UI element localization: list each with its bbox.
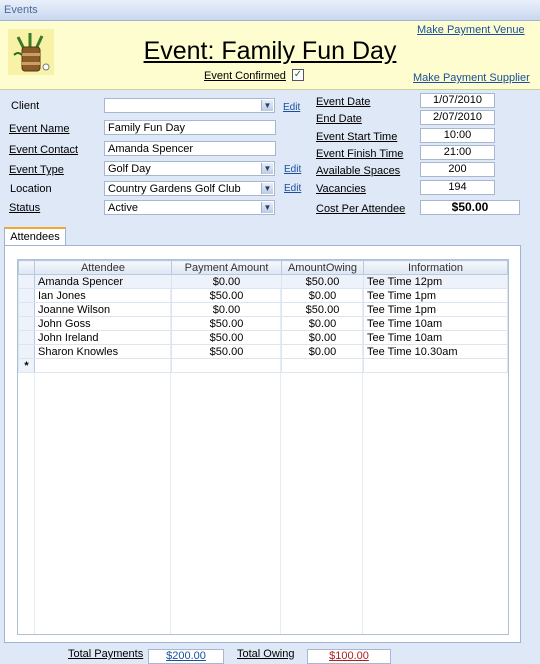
event-contact-field[interactable]: Amanda Spencer [104, 141, 276, 156]
make-payment-venue-link[interactable]: Make Payment Venue [417, 24, 525, 36]
client-edit-link[interactable]: Edit [283, 102, 300, 113]
amount-owing-cell[interactable]: $0.00 [281, 330, 364, 345]
available-spaces-field[interactable]: 200 [420, 162, 495, 177]
amount-owing-cell[interactable]: $0.00 [281, 316, 364, 331]
event-confirmed-label: Event Confirmed [204, 70, 286, 82]
total-owing-label: Total Owing [237, 648, 295, 660]
event-type-label: Event Type [9, 164, 64, 176]
attendee-cell[interactable]: Ian Jones [34, 288, 172, 303]
chevron-down-icon[interactable]: ▼ [261, 100, 273, 111]
end-date-label: End Date [316, 113, 362, 125]
payment-amount-cell[interactable]: $0.00 [171, 302, 282, 317]
finish-time-field[interactable]: 21:00 [420, 145, 495, 160]
new-record-row[interactable]: * [18, 358, 508, 373]
location-label: Location [10, 183, 52, 195]
status-combo[interactable]: Active ▼ [104, 200, 275, 215]
table-row[interactable]: John Ireland $50.00 $0.00 Tee Time 10am [18, 330, 508, 345]
row-selector[interactable] [18, 288, 35, 303]
cost-per-attendee-label: Cost Per Attendee [316, 203, 406, 215]
column-header-attendee[interactable]: Attendee [34, 260, 172, 275]
available-spaces-label: Available Spaces [316, 165, 401, 177]
payment-amount-cell[interactable]: $0.00 [171, 274, 282, 289]
start-time-label: Event Start Time [316, 131, 398, 143]
event-contact-label: Event Contact [9, 144, 79, 156]
event-name-field[interactable]: Family Fun Day [104, 120, 276, 135]
payment-amount-cell[interactable]: $50.00 [171, 288, 282, 303]
location-edit-link[interactable]: Edit [284, 183, 301, 194]
total-owing-field: $100.00 [307, 649, 391, 664]
amount-owing-cell[interactable]: $0.00 [281, 344, 364, 359]
page-title: Event: Family Fun Day [143, 37, 397, 65]
amount-owing-cell[interactable]: $0.00 [281, 288, 364, 303]
column-header-amount-owing[interactable]: AmountOwing [281, 260, 364, 275]
information-cell[interactable]: Tee Time 1pm [363, 302, 508, 317]
vacancies-field: 194 [420, 180, 495, 195]
table-row[interactable]: Ian Jones $50.00 $0.00 Tee Time 1pm [18, 288, 508, 303]
table-row[interactable]: Sharon Knowles $50.00 $0.00 Tee Time 10.… [18, 344, 508, 359]
row-selector[interactable] [18, 316, 35, 331]
information-cell[interactable]: Tee Time 10am [363, 330, 508, 345]
attendees-table: Attendee Payment Amount AmountOwing Info… [18, 260, 508, 373]
chevron-down-icon[interactable]: ▼ [261, 163, 273, 174]
column-header-information[interactable]: Information [363, 260, 508, 275]
total-payments-field: $200.00 [148, 649, 224, 664]
status-label: Status [9, 202, 41, 214]
chevron-down-icon[interactable]: ▼ [261, 202, 273, 213]
attendee-cell[interactable]: Joanne Wilson [34, 302, 172, 317]
attendee-cell[interactable]: John Goss [34, 316, 172, 331]
payment-amount-cell[interactable]: $50.00 [171, 330, 282, 345]
tab-attendees[interactable]: Attendees [4, 227, 66, 246]
vacancies-label: Vacancies [316, 183, 366, 195]
start-time-field[interactable]: 10:00 [420, 128, 495, 143]
location-combo[interactable]: Country Gardens Golf Club ▼ [104, 181, 275, 196]
client-combo[interactable]: ▼ [104, 98, 275, 113]
total-payments-label: Total Payments [68, 648, 144, 660]
finish-time-label: Event Finish Time [316, 148, 404, 160]
payment-amount-cell[interactable]: $50.00 [171, 316, 282, 331]
row-selector[interactable] [18, 344, 35, 359]
cost-per-attendee-field[interactable]: $50.00 [420, 200, 520, 215]
event-date-field[interactable]: 1/07/2010 [420, 93, 495, 108]
chevron-down-icon[interactable]: ▼ [261, 183, 273, 194]
row-selector[interactable] [18, 302, 35, 317]
client-label: Client [11, 100, 40, 112]
event-date-label: Event Date [316, 96, 371, 108]
attendee-cell[interactable]: Amanda Spencer [34, 274, 172, 289]
window-titlebar: Events [0, 0, 540, 21]
end-date-field[interactable]: 2/07/2010 [420, 110, 495, 125]
information-cell[interactable]: Tee Time 12pm [363, 274, 508, 289]
column-header-payment-amount[interactable]: Payment Amount [171, 260, 282, 275]
table-row[interactable]: John Goss $50.00 $0.00 Tee Time 10am [18, 316, 508, 331]
event-name-label: Event Name [9, 123, 70, 135]
event-type-combo[interactable]: Golf Day ▼ [104, 161, 275, 176]
information-cell[interactable]: Tee Time 10.30am [363, 344, 508, 359]
table-row[interactable]: Joanne Wilson $0.00 $50.00 Tee Time 1pm [18, 302, 508, 317]
payment-amount-cell[interactable]: $50.00 [171, 344, 282, 359]
row-selector[interactable] [18, 330, 35, 345]
information-cell[interactable]: Tee Time 1pm [363, 288, 508, 303]
make-payment-supplier-link[interactable]: Make Payment Supplier [413, 72, 530, 84]
attendee-cell[interactable]: John Ireland [34, 330, 172, 345]
information-cell[interactable]: Tee Time 10am [363, 316, 508, 331]
attendees-panel: Attendee Payment Amount AmountOwing Info… [4, 245, 521, 643]
table-row[interactable]: Amanda Spencer $0.00 $50.00 Tee Time 12p… [18, 274, 508, 289]
row-selector[interactable] [18, 274, 35, 289]
event-type-edit-link[interactable]: Edit [284, 164, 301, 175]
attendees-datasheet[interactable]: Attendee Payment Amount AmountOwing Info… [17, 259, 509, 635]
new-record-marker: * [18, 358, 35, 373]
window-title: Events [4, 4, 38, 16]
amount-owing-cell[interactable]: $50.00 [281, 274, 364, 289]
amount-owing-cell[interactable]: $50.00 [281, 302, 364, 317]
attendee-cell[interactable]: Sharon Knowles [34, 344, 172, 359]
form-header: Event: Family Fun Day Event Confirmed ✓ … [0, 21, 540, 90]
event-confirmed-checkbox[interactable]: ✓ [292, 69, 304, 81]
select-all-corner[interactable] [18, 260, 35, 275]
